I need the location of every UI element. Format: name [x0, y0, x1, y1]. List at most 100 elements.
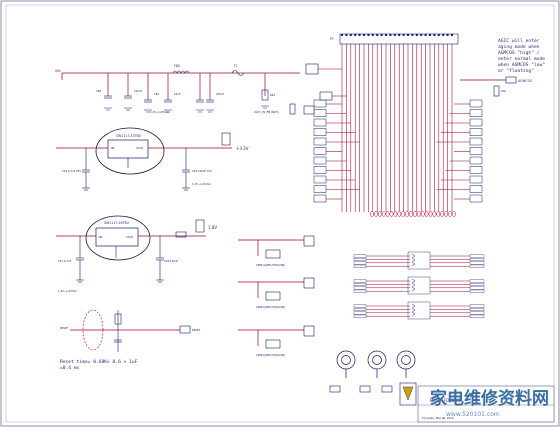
- test-point: [440, 211, 445, 217]
- connector-pin: [415, 34, 418, 36]
- test-point: [432, 211, 437, 217]
- connector-pin: [433, 34, 436, 36]
- pin-box: [469, 147, 483, 155]
- array-port-left: [353, 283, 367, 286]
- connector-ref: P1: [330, 37, 334, 41]
- reg2-cap-label-b: C38 100uF: [164, 259, 179, 263]
- reg1-pin-in: VIN: [110, 146, 115, 150]
- svg-text:AGIC will enter: AGIC will enter: [498, 38, 540, 44]
- reg2-pin-in: VIN: [98, 235, 103, 239]
- svg-text:1.2V~1.45mm: 1.2V~1.45mm: [150, 110, 169, 114]
- array-port-right: [469, 283, 485, 286]
- agmcos-label: AGMCOS: [518, 79, 532, 83]
- test-point: [452, 211, 456, 217]
- reset-output-port: [179, 325, 191, 334]
- agmcos-port: [505, 76, 517, 84]
- connector-pin: [446, 34, 449, 36]
- reg1-cap-label-b: C30 100uF 10V: [192, 169, 212, 173]
- pin-box: [313, 147, 327, 155]
- array-port-right: [469, 311, 485, 315]
- mid-label-1: CPIN1(LWE1/VEL0206): [256, 263, 285, 267]
- schematic-sheet: FB2 F1 C80 100nF C85 10uF 100nF 1.2V~1.4…: [0, 0, 560, 427]
- array-port-right: [469, 304, 485, 308]
- connector-pin: [371, 34, 374, 36]
- connector-pin: [349, 34, 352, 36]
- connector-pin: [402, 34, 405, 36]
- pin-box: [313, 166, 327, 174]
- pin-box: [469, 128, 483, 136]
- array-port-left: [353, 286, 367, 290]
- pin-boxes-left: [313, 99, 327, 203]
- array-port-right: [469, 254, 485, 258]
- test-point: [389, 211, 394, 217]
- mid-connector-2: [303, 277, 315, 289]
- test-point: [405, 211, 409, 217]
- mid-label-3: CPIN3(LWE1/VEL0206): [256, 353, 285, 357]
- connector-pin: [389, 34, 392, 36]
- reg2-cap-label-c: 1.2V~1.45mm: [58, 289, 77, 293]
- pin-box: [469, 166, 483, 174]
- connector-pin: [407, 34, 409, 36]
- array-port-right: [469, 308, 485, 311]
- test-point: [416, 211, 421, 217]
- connector-pin: [380, 34, 383, 36]
- array-port-left: [353, 258, 367, 261]
- connector-pin: [437, 34, 440, 36]
- company-logo: [399, 382, 417, 406]
- svg-text:C80: C80: [96, 89, 101, 93]
- svg-text:enter normal mode: enter normal mode: [498, 56, 545, 62]
- bottom-ports: [329, 385, 393, 393]
- array-port-left: [353, 279, 367, 283]
- test-point: [409, 211, 413, 217]
- test-point: [377, 211, 382, 217]
- watermark-cn: 家电维修资料网: [430, 388, 549, 409]
- test-point: [436, 211, 441, 217]
- test-point: [420, 211, 425, 217]
- mid-label-2: CPIN2(LWE1/VEL0206): [256, 305, 285, 309]
- pin-box: [469, 99, 483, 108]
- svg-text:R92: R92: [270, 93, 275, 97]
- connector-pin: [354, 34, 357, 36]
- connector-pin: [424, 34, 427, 36]
- fuse-label: F1: [234, 64, 238, 68]
- test-point: [381, 211, 386, 217]
- reset-out-label: RESET: [192, 328, 201, 332]
- array-port-left: [353, 311, 367, 315]
- mid-part-1: [265, 249, 281, 259]
- connector-pin: [398, 34, 401, 36]
- svg-text:C85: C85: [154, 92, 159, 96]
- connector-pin: [429, 34, 431, 36]
- reg1-cap-label-c: 1.2V~1.45mm: [192, 182, 211, 186]
- test-point: [424, 211, 429, 217]
- array-port-left: [353, 289, 367, 293]
- reg2-part-label: SW1117-18TBU: [104, 221, 130, 225]
- connector-pin: [385, 34, 387, 36]
- pin-box: [313, 137, 327, 146]
- svg-text:when AGMCOS "low": when AGMCOS "low": [498, 62, 545, 68]
- reg2-output-connector: [195, 219, 205, 233]
- reg2-output-label: 1.8V: [208, 225, 217, 230]
- array-port-left: [353, 308, 367, 311]
- connector-pin: [358, 34, 361, 36]
- pin-box: [469, 175, 483, 184]
- pin-box: [313, 118, 327, 127]
- pin-box: [469, 156, 483, 165]
- pin-box: [469, 185, 483, 193]
- mid-part-2: [265, 291, 281, 301]
- array-port-left: [353, 261, 367, 265]
- connector-pin: [341, 34, 343, 36]
- pin-box: [469, 137, 483, 146]
- pin-box: [469, 109, 483, 117]
- connector-pin: [411, 34, 414, 36]
- svg-text:100nF: 100nF: [134, 89, 143, 93]
- reset-note-line-2: =0.4 ms: [60, 365, 80, 371]
- array-port-right: [469, 286, 485, 290]
- mid-part-3: [265, 339, 281, 349]
- pin-box: [313, 128, 327, 136]
- connector-pin: [451, 34, 453, 36]
- svg-text:or "floating": or "floating": [498, 68, 534, 74]
- vcc-port-mid: [319, 91, 333, 101]
- reg1-part-label: SW1117-33TBU: [116, 134, 142, 138]
- connector-pin: [363, 34, 365, 36]
- pin-box: [313, 109, 327, 117]
